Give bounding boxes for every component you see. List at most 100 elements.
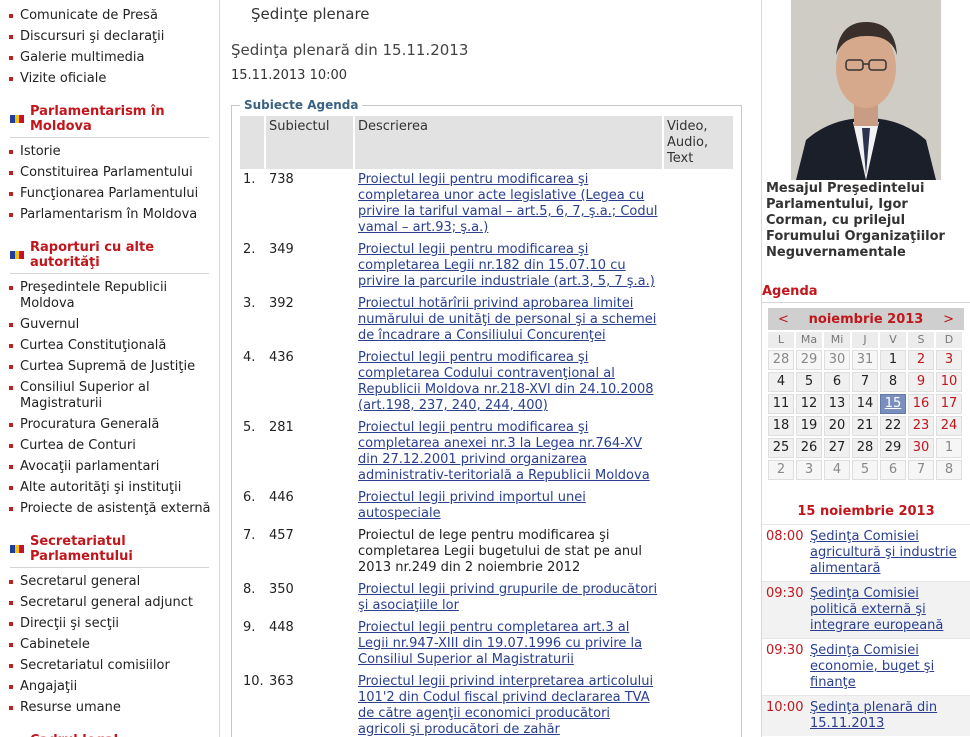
calendar-day[interactable]: 1 [880,350,906,370]
section-heading[interactable]: Secretariatul Parlamentului [10,534,209,568]
agenda-item-link[interactable]: Proiectul legii pentru modificarea şi co… [358,350,654,413]
calendar-day[interactable]: 22 [880,416,906,436]
sidebar-item-avocat-ii-parlamentari[interactable]: Avocaţii parlamentari [0,457,219,478]
event-link[interactable]: Şedinţa plenară din 15.11.2013 [810,700,966,732]
weekday-header: L [768,332,794,348]
sidebar-item-vizite-oficiale[interactable]: Vizite oficiale [0,69,219,90]
sidebar-item-curtea-constitut-ionala[interactable]: Curtea Constituţională [0,336,219,357]
sidebar-item-secretarul-general-adjunct[interactable]: Secretarul general adjunct [0,593,219,614]
calendar-day[interactable]: 7 [908,460,934,480]
calendar-day[interactable]: 25 [768,438,794,458]
sidebar-item-secretarul-general[interactable]: Secretarul general [0,572,219,593]
sidebar-item-guvernul[interactable]: Guvernul [0,315,219,336]
calendar-day[interactable]: 23 [908,416,934,436]
sidebar-item-alte-autorita-t-i-s-i-institut-ii[interactable]: Alte autorităţi şi instituţii [0,478,219,499]
event-link[interactable]: Şedinţa Comisiei economie, buget şi fina… [810,643,966,691]
calendar-day[interactable]: 27 [824,438,850,458]
table-row: 6. 446 Proiectul legii privind importul un… [240,489,733,525]
agenda-item-link[interactable]: Proiectul legii privind interpretarea ar… [358,674,653,737]
sidebar-item-galerie-multimedia[interactable]: Galerie multimedia [0,48,219,69]
calendar-day[interactable]: 29 [796,350,822,370]
calendar-day[interactable]: 8 [936,460,962,480]
event-link[interactable]: Şedinţa Comisiei politică externă şi int… [810,586,966,634]
calendar-day[interactable]: 12 [796,394,822,414]
sidebar-item-pres-edintele-republicii-moldova[interactable]: Preşedintele Republicii Moldova [0,278,219,315]
calendar-day[interactable]: 2 [768,460,794,480]
calendar-day[interactable]: 4 [768,372,794,392]
calendar-day[interactable]: 6 [824,372,850,392]
agenda-item-text: Proiectul de lege pentru modificarea şi … [358,528,643,575]
calendar-day[interactable]: 26 [796,438,822,458]
sidebar-item-comunicate-de-presa[interactable]: Comunicate de Presă [0,6,219,27]
sidebar-item-consiliul-superior-al-magistraturii[interactable]: Consiliul Superior al Magistraturii [0,378,219,415]
sidebar-item-label: Curtea Supremă de Justiţie [20,359,196,374]
sidebar-item-direct-ii-s-i-sect-ii[interactable]: Direcţii şi secţii [0,614,219,635]
section-list: Istorie Constituirea Parlamentului Funcţio… [0,142,219,226]
section-heading[interactable]: Cadrul legal [10,733,209,737]
bullet-icon [9,601,13,605]
calendar-day[interactable]: 3 [796,460,822,480]
section-heading[interactable]: Parlamentarism în Moldova [10,104,209,138]
event-time: 10:00 [766,700,804,715]
sidebar-item-secretariatul-comisiilor[interactable]: Secretariatul comisiilor [0,656,219,677]
agenda-item-link[interactable]: Proiectul legii pentru modificarea şi co… [358,172,657,235]
sidebar-item-parlamentarism-i-n-moldova[interactable]: Parlamentarism în Moldova [0,205,219,226]
calendar-day[interactable]: 18 [768,416,794,436]
sidebar-item-cabinetele[interactable]: Cabinetele [0,635,219,656]
agenda-item-link[interactable]: Proiectul legii pentru modificarea şi co… [358,242,655,289]
event-link[interactable]: Şedinţa Comisiei agricultură şi industri… [810,529,966,577]
calendar-day[interactable]: 1 [936,438,962,458]
calendar-day[interactable]: 31 [852,350,878,370]
agenda-item-link[interactable]: Proiectul legii privind importul unei au… [358,490,586,521]
prev-month-button[interactable]: < [778,312,789,327]
calendar-day[interactable]: 15 [880,394,906,414]
calendar-day[interactable]: 20 [824,416,850,436]
agenda-item-link[interactable]: Proiectul hotărîrii privind aprobarea li… [358,296,656,343]
agenda-item-link[interactable]: Proiectul legii pentru completarea art.3… [358,620,642,667]
sidebar-item-curtea-suprema-de-justit-ie[interactable]: Curtea Supremă de Justiţie [0,357,219,378]
calendar-day[interactable]: 28 [852,438,878,458]
calendar-day[interactable]: 8 [880,372,906,392]
photo-caption[interactable]: Mesajul Preşedintelui Parlamentului, Igo… [766,181,966,261]
agenda-item-link[interactable]: Proiectul legii privind grupurile de pro… [358,582,657,613]
event-item: 09:30 Şedinţa Comisiei politică externă ş… [762,581,970,638]
calendar-day[interactable]: 19 [796,416,822,436]
calendar-day[interactable]: 30 [824,350,850,370]
sidebar-item-angajat-ii[interactable]: Angajaţii [0,677,219,698]
president-photo[interactable] [791,0,941,180]
calendar-day[interactable]: 2 [908,350,934,370]
calendar-day[interactable]: 3 [936,350,962,370]
sidebar-item-curtea-de-conturi[interactable]: Curtea de Conturi [0,436,219,457]
sidebar-item-procuratura-generala[interactable]: Procuratura Generală [0,415,219,436]
section-heading[interactable]: Raporturi cu alte autorităţi [10,240,209,274]
next-month-button[interactable]: > [943,312,954,327]
calendar-day[interactable]: 5 [852,460,878,480]
sidebar-item-discursuri-s-i-declarat-ii[interactable]: Discursuri şi declaraţii [0,27,219,48]
sidebar-item-resurse-umane[interactable]: Resurse umane [0,698,219,719]
calendar-day[interactable]: 10 [936,372,962,392]
sidebar-item-proiecte-de-asistent-a-externa[interactable]: Proiecte de asistenţă externă [0,499,219,520]
calendar-day[interactable]: 9 [908,372,934,392]
calendar-day[interactable]: 5 [796,372,822,392]
calendar-day[interactable]: 17 [936,394,962,414]
calendar-day[interactable]: 11 [768,394,794,414]
sidebar-item-funct-ionarea-parlamentului[interactable]: Funcţionarea Parlamentului [0,184,219,205]
calendar-day[interactable]: 7 [852,372,878,392]
sidebar-item-istorie[interactable]: Istorie [0,142,219,163]
agenda-item-link[interactable]: Proiectul legii pentru modificarea şi co… [358,420,650,483]
calendar-day[interactable]: 30 [908,438,934,458]
calendar-day[interactable]: 21 [852,416,878,436]
sidebar-item-constituirea-parlamentului[interactable]: Constituirea Parlamentului [0,163,219,184]
row-description: Proiectul legii pentru modificarea şi co… [355,419,662,487]
calendar-day[interactable]: 29 [880,438,906,458]
row-media [664,419,733,487]
bullet-icon [9,664,13,668]
calendar-day[interactable]: 4 [824,460,850,480]
calendar-day[interactable]: 16 [908,394,934,414]
calendar-day[interactable]: 13 [824,394,850,414]
calendar-day[interactable]: 24 [936,416,962,436]
calendar-day[interactable]: 14 [852,394,878,414]
calendar-day[interactable]: 28 [768,350,794,370]
bullet-icon [9,706,13,710]
calendar-day[interactable]: 6 [880,460,906,480]
